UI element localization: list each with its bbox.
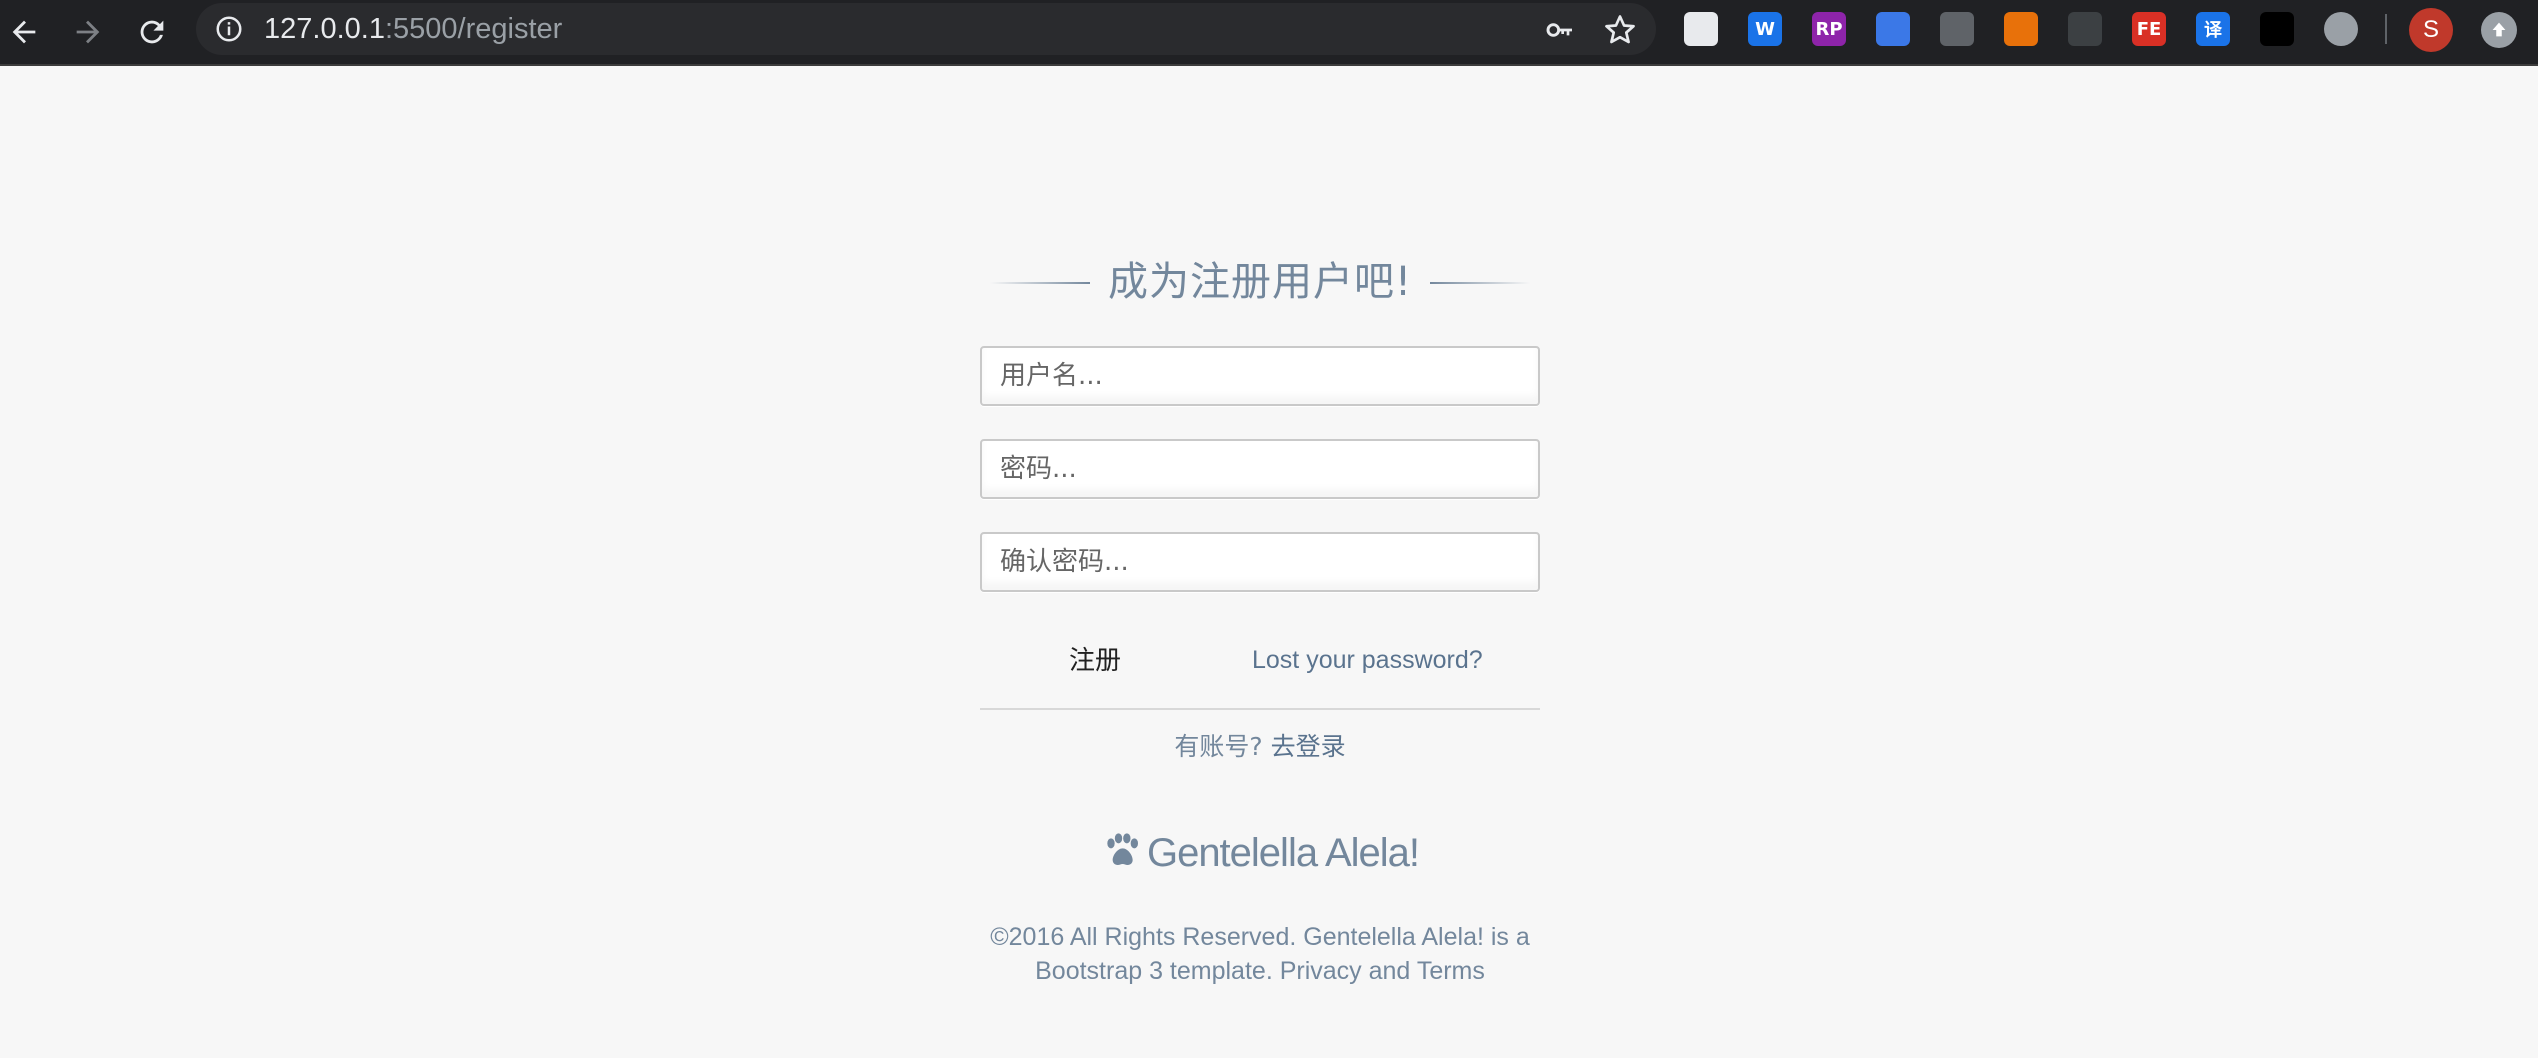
extension-circle-icon[interactable] <box>2324 12 2358 46</box>
extension-notes-icon[interactable] <box>1684 12 1718 46</box>
update-button[interactable] <box>2481 12 2517 48</box>
extension-translate-icon[interactable]: 译 <box>2196 12 2230 46</box>
extension-box-icon[interactable] <box>1940 12 1974 46</box>
extension-rp-icon[interactable]: RP <box>1812 12 1846 46</box>
have-account-text: 有账号? <box>1174 732 1263 761</box>
info-icon[interactable] <box>214 14 244 44</box>
profile-avatar[interactable]: S <box>2409 8 2453 52</box>
forward-arrow-icon <box>76 20 100 44</box>
title-decoration-right <box>1430 282 1530 284</box>
back-button[interactable] <box>2 10 46 54</box>
brand-name: Gentelella Alela! <box>1146 831 1420 875</box>
confirm-password-input[interactable] <box>980 532 1540 592</box>
up-arrow-icon <box>2492 22 2506 37</box>
login-prompt: 有账号? 去登录 <box>980 727 1540 763</box>
footer-copyright: ©2016 All Rights Reserved. Gentelella Al… <box>980 920 1540 988</box>
url-text[interactable]: 127.0.0.1:5500/register <box>264 14 562 44</box>
footer-line-1: ©2016 All Rights Reserved. Gentelella Al… <box>990 923 1530 951</box>
footer-line-2: Bootstrap 3 template. Privacy and Terms <box>1035 957 1485 985</box>
forward-button[interactable] <box>66 10 110 54</box>
username-input[interactable] <box>980 346 1540 406</box>
key-icon[interactable] <box>1544 14 1576 46</box>
address-bar[interactable]: 127.0.0.1:5500/register <box>196 3 1656 55</box>
form-title-row: 成为注册用户吧! <box>980 240 1540 320</box>
brand-logo: Gentelella Alela! <box>980 830 1540 876</box>
extension-word-icon[interactable]: W <box>1748 12 1782 46</box>
extension-glasses-icon[interactable] <box>2260 12 2294 46</box>
bookmark-star-icon[interactable] <box>1602 12 1638 48</box>
reload-icon <box>140 20 164 44</box>
back-arrow-icon <box>12 20 36 44</box>
extension-spiral-icon[interactable] <box>2004 12 2038 46</box>
browser-toolbar: 127.0.0.1:5500/register W RP FE 译 S <box>0 0 2538 66</box>
go-login-link[interactable]: 去登录 <box>1271 732 1346 761</box>
password-input[interactable] <box>980 439 1540 499</box>
register-button[interactable]: 注册 <box>1040 635 1150 681</box>
separator <box>980 708 1540 710</box>
extension-fe-icon[interactable]: FE <box>2132 12 2166 46</box>
register-form: 成为注册用户吧! 注册 Lost your password? 有账号? 去登录… <box>980 240 1540 985</box>
extension-eraser-icon[interactable] <box>2068 12 2102 46</box>
extension-target-icon[interactable] <box>1876 12 1910 46</box>
lost-password-link[interactable]: Lost your password? <box>1252 646 1483 675</box>
paw-icon <box>1107 833 1138 865</box>
reload-button[interactable] <box>130 10 174 54</box>
toolbar-divider <box>2385 14 2387 44</box>
